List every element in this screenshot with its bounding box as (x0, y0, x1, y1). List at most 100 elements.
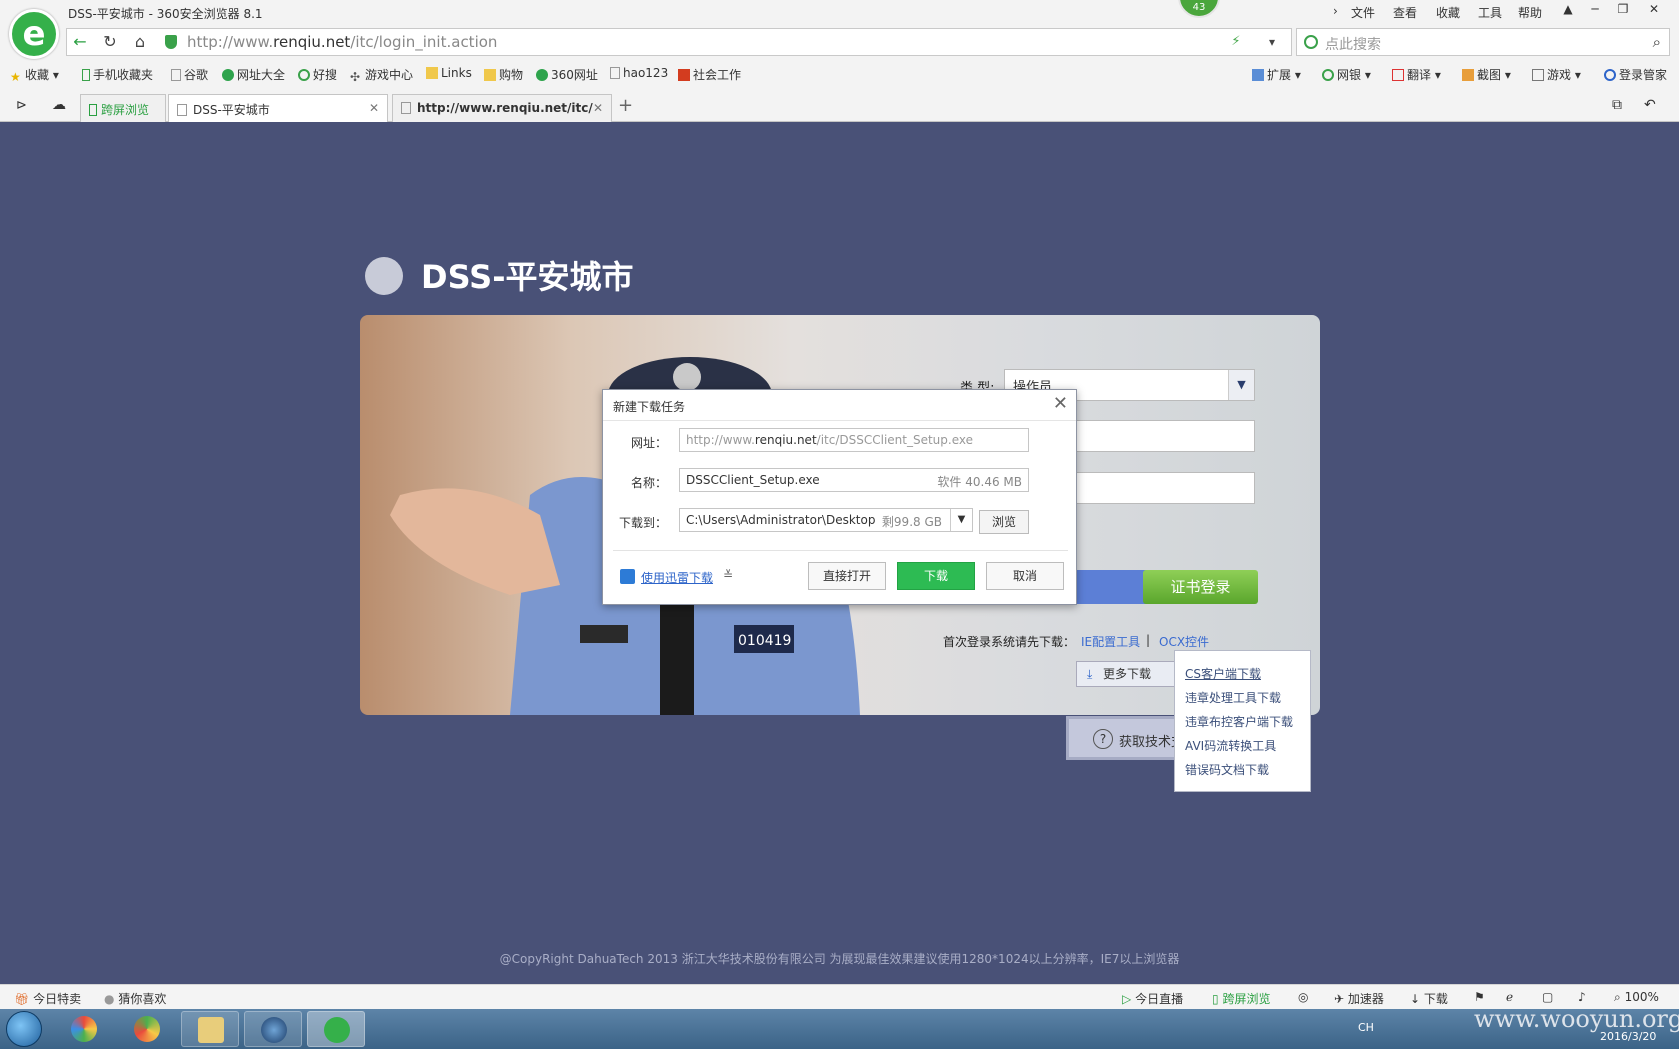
bookmark-links[interactable]: Links (426, 66, 472, 80)
search-engine-icon[interactable] (1304, 35, 1318, 49)
browser-logo-icon[interactable]: e (9, 9, 59, 59)
menu-more-icon[interactable]: › (1333, 4, 1338, 18)
bookmark-social-work[interactable]: 社会工作 (678, 66, 741, 83)
bookmark-hao123[interactable]: hao123 (610, 66, 668, 80)
bookmark-shopping[interactable]: 购物 (484, 66, 523, 83)
you-may-like[interactable]: ● 猜你喜欢 (104, 990, 166, 1007)
title-bar: DSS-平安城市 - 360安全浏览器 8.1 43 › 文件 查看 收藏 工具… (0, 0, 1679, 28)
violation-tool-download[interactable]: 违章处理工具下载 (1185, 689, 1310, 706)
download-button[interactable]: 下载 (897, 562, 975, 590)
url-field[interactable]: http://www.renqiu.net/itc/DSSCClient_Set… (679, 428, 1029, 452)
taskbar-app-2[interactable] (118, 1011, 176, 1047)
language-indicator[interactable]: CH (1358, 1021, 1374, 1034)
menu-view[interactable]: 查看 (1393, 4, 1417, 21)
bookmark-games[interactable]: ✣ 游戏中心 (350, 66, 413, 84)
minimize-button[interactable]: ─ (1584, 2, 1606, 20)
sidebar-toggle-icon[interactable]: ⊳ (16, 98, 27, 113)
menu-file[interactable]: 文件 (1351, 4, 1375, 21)
taskbar-app-1[interactable] (55, 1011, 113, 1047)
address-bar[interactable]: ← ↻ ⌂ http://www.renqiu.net/itc/login_in… (66, 28, 1292, 56)
zoom[interactable]: ⌕ 100% (1614, 990, 1659, 1005)
ie-icon[interactable]: ℯ (1506, 990, 1513, 1004)
phone-icon (89, 104, 97, 116)
ext-login-manager[interactable]: 登录管家 (1604, 66, 1667, 83)
error-code-doc-download[interactable]: 错误码文档下载 (1185, 761, 1310, 778)
cancel-button[interactable]: 取消 (986, 562, 1064, 590)
status-bar: 🎁︎ 今日特卖 ● 猜你喜欢 ▷ 今日直播 ▯ 跨屏浏览 ◎ ✈ 加速器 ↓ 下… (0, 984, 1679, 1009)
search-box[interactable]: 点此搜索 ⌕ (1296, 28, 1670, 56)
refresh-icon[interactable]: ↻ (97, 31, 123, 53)
menu-tools[interactable]: 工具 (1478, 4, 1502, 21)
cs-client-download[interactable]: CS客户端下载 (1185, 665, 1310, 682)
file-size: 软件 40.46 MB (937, 475, 1022, 489)
sound-icon[interactable]: ♪ (1578, 990, 1586, 1004)
bookmark-sites[interactable]: 网址大全 (222, 66, 285, 83)
more-downloads-button[interactable]: ⤓ 更多下载 (1076, 661, 1176, 687)
accelerator[interactable]: ✈ 加速器 (1334, 990, 1384, 1007)
bookmark-favorites[interactable]: ★ 收藏 ▾ (10, 66, 59, 84)
extensions-icon (1252, 69, 1264, 81)
tab-active[interactable]: DSS-平安城市 ✕ (168, 94, 388, 123)
ocx-link[interactable]: OCX控件 (1159, 633, 1209, 650)
tab-second[interactable]: http://www.renqiu.net/itc/✕ (392, 94, 612, 122)
flag-icon[interactable]: ⚑ (1474, 990, 1485, 1004)
undo-close-icon[interactable]: ↶ (1644, 97, 1656, 113)
ext-translate[interactable]: 翻译 ▾ (1392, 66, 1441, 83)
name-field[interactable]: DSSCClient_Setup.exe 软件 40.46 MB (679, 468, 1029, 492)
downloads[interactable]: ↓ 下载 (1410, 990, 1448, 1007)
bookmark-google[interactable]: 谷歌 (171, 66, 208, 83)
bank-icon (1322, 69, 1334, 81)
play-icon: ▷ (1122, 992, 1132, 1006)
tab-cross-screen[interactable]: 跨屏浏览 (80, 94, 166, 122)
link-separator: | (1146, 633, 1151, 647)
dest-field[interactable]: C:\Users\Administrator\Desktop 剩99.8 GB ▼ (679, 508, 973, 532)
today-deals[interactable]: 🎁︎ 今日特卖 (14, 990, 81, 1007)
bookmark-haosou[interactable]: 好搜 (298, 66, 337, 83)
search-icon[interactable]: ⌕ (1653, 33, 1661, 51)
close-icon[interactable]: ✕ (1053, 393, 1068, 414)
skin-icon[interactable]: ▲ (1557, 2, 1579, 20)
violation-client-download[interactable]: 违章布控客户端下载 (1185, 713, 1310, 730)
maximize-button[interactable]: ❐ (1612, 2, 1634, 20)
notification-badge[interactable]: 43 (1178, 0, 1220, 18)
security-shield-icon[interactable] (165, 35, 177, 49)
speed-icon[interactable]: ◎ (1298, 990, 1308, 1004)
ext-extensions[interactable]: 扩展 ▾ (1252, 66, 1301, 83)
ext-screenshot[interactable]: 截图 ▾ (1462, 66, 1511, 83)
start-button[interactable] (6, 1011, 42, 1047)
ext-bank[interactable]: 网银 ▾ (1322, 66, 1371, 83)
window-title: DSS-平安城市 - 360安全浏览器 8.1 (68, 7, 263, 21)
chevron-down-icon[interactable]: ▼ (1228, 370, 1254, 400)
taskbar-360-browser[interactable] (307, 1011, 365, 1047)
restore-tabs-icon[interactable]: ⧉ (1612, 97, 1622, 113)
taskbar-media[interactable] (244, 1011, 302, 1047)
menu-help[interactable]: 帮助 (1518, 4, 1542, 21)
menu-favorites[interactable]: 收藏 (1436, 4, 1460, 21)
avi-converter-download[interactable]: AVI码流转换工具 (1185, 737, 1310, 754)
speed-mode-icon[interactable]: ⚡ (1223, 31, 1249, 53)
url-dropdown-icon[interactable]: ▾ (1259, 31, 1285, 53)
chevron-down-icon[interactable]: ≚ (723, 568, 733, 582)
open-directly-button[interactable]: 直接打开 (808, 562, 886, 590)
back-icon[interactable]: ← (67, 31, 93, 53)
ie-config-link[interactable]: IE配置工具 (1081, 633, 1140, 650)
bookmark-360[interactable]: 360网址 (536, 66, 598, 83)
today-live[interactable]: ▷ 今日直播 (1122, 990, 1183, 1007)
new-tab-icon[interactable]: + (618, 95, 633, 116)
browse-button[interactable]: 浏览 (979, 510, 1029, 534)
close-tab-icon[interactable]: ✕ (369, 101, 379, 115)
window-icon[interactable]: ▢ (1542, 990, 1553, 1004)
ext-games[interactable]: 游戏 ▾ (1532, 66, 1581, 83)
taskbar-explorer[interactable] (181, 1011, 239, 1047)
bookmark-mobile[interactable]: 手机收藏夹 (82, 66, 153, 83)
use-xunlei-link[interactable]: 使用迅雷下载 (641, 569, 713, 586)
close-tab-icon[interactable]: ✕ (593, 101, 603, 115)
close-window-button[interactable]: ✕ (1643, 2, 1665, 20)
url-text[interactable]: http://www.renqiu.net/itc/login_init.act… (187, 33, 497, 51)
dest-dropdown-icon[interactable]: ▼ (950, 509, 972, 531)
home-icon[interactable]: ⌂ (127, 31, 153, 53)
cert-login-button[interactable]: 证书登录 (1143, 570, 1258, 604)
cloud-icon[interactable]: ☁ (52, 97, 66, 113)
cross-screen[interactable]: ▯ 跨屏浏览 (1212, 990, 1270, 1007)
folder-icon (426, 67, 438, 79)
